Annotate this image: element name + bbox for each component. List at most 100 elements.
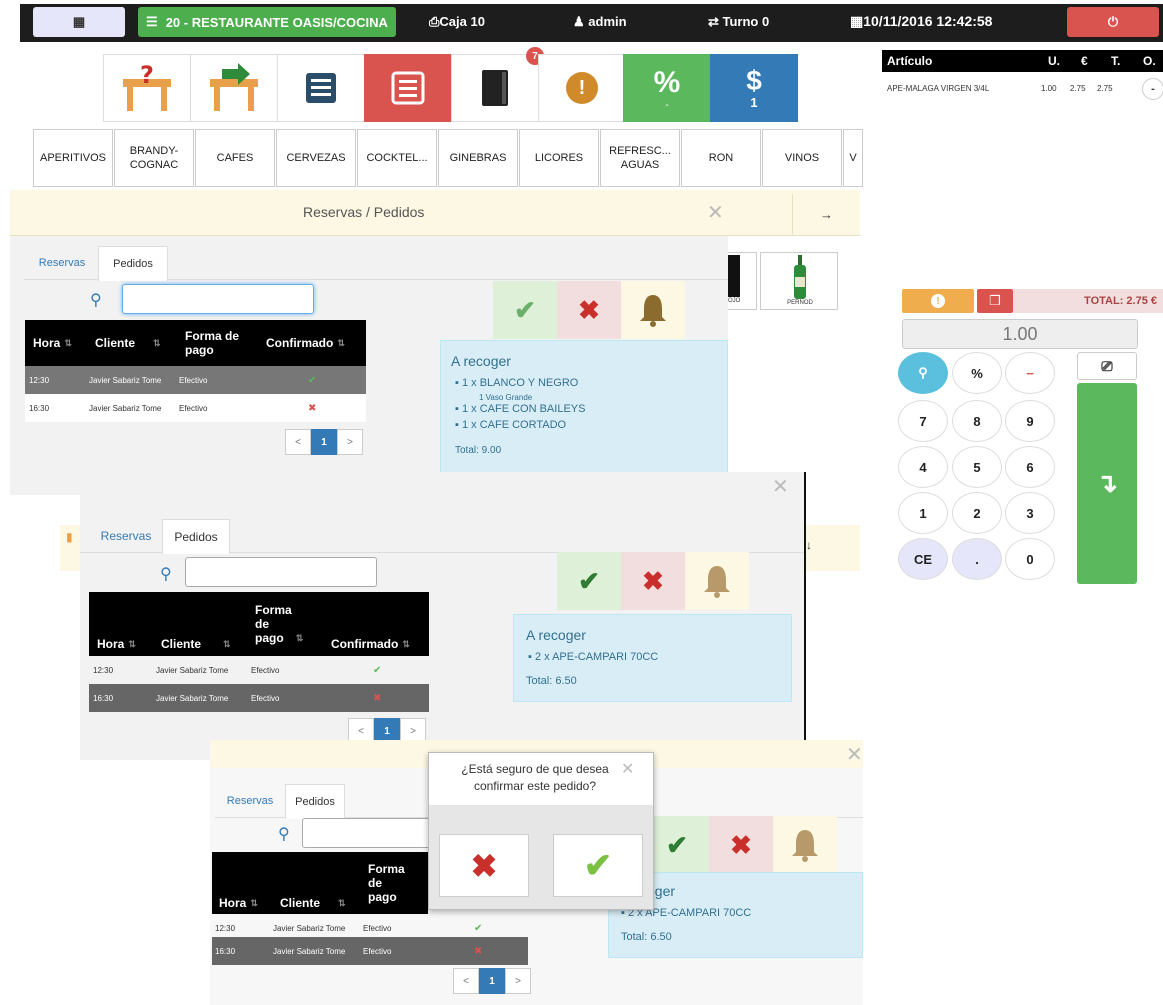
order-total: Total: 9.00	[455, 445, 502, 456]
tab-reservas[interactable]: Reservas	[215, 784, 285, 818]
key-4[interactable]: 4	[898, 446, 948, 488]
percent-key[interactable]: %	[952, 352, 1002, 394]
col-pago: Forma de pago	[368, 862, 405, 904]
accept-button[interactable]: ✔	[645, 816, 709, 874]
page-prev[interactable]: <	[285, 429, 311, 455]
search-key[interactable]: ⚲	[898, 352, 948, 394]
power-button[interactable]: ⏻	[1067, 7, 1159, 37]
page-current[interactable]: 1	[311, 429, 337, 455]
menu-grid-button[interactable]: ▦	[33, 7, 125, 37]
table-button[interactable]: ☰ 20 - RESTAURANTE OASIS/COCINA	[138, 7, 396, 37]
page-prev[interactable]: <	[453, 968, 479, 994]
search-input[interactable]	[122, 284, 314, 314]
table-row[interactable]: 16:30 Javier Sabariz Tome Efectivo ✖	[89, 684, 429, 712]
key-8[interactable]: 8	[952, 400, 1002, 442]
tab-reservas[interactable]: Reservas	[26, 246, 98, 280]
amount-display[interactable]: 1.00	[902, 319, 1138, 349]
orders-table-header: Hora ⇅ Cliente ⇅ Forma de pago	[212, 852, 428, 914]
tab-pedidos[interactable]: Pedidos	[285, 784, 345, 819]
category-vinos[interactable]: VINOS	[762, 129, 842, 187]
key-5[interactable]: 5	[952, 446, 1002, 488]
key-2[interactable]: 2	[952, 492, 1002, 534]
dialog-header: Reservas / Pedidos ✕ →	[10, 190, 860, 236]
notify-button[interactable]	[773, 816, 837, 874]
forward-button[interactable]: →	[792, 194, 860, 234]
accept-button[interactable]: ✔	[557, 552, 621, 610]
category-aperitivos[interactable]: APERITIVOS	[33, 129, 113, 187]
reject-button[interactable]: ✖	[557, 281, 621, 339]
close-icon[interactable]: ✕	[772, 474, 789, 499]
accept-button[interactable]: ✔	[493, 281, 557, 339]
notify-button[interactable]	[621, 281, 685, 339]
grid-icon: ▦	[72, 14, 86, 29]
key-9[interactable]: 9	[1005, 400, 1055, 442]
minus-key[interactable]: −	[1005, 352, 1055, 394]
book-button[interactable]: 7	[451, 47, 544, 122]
drawer-button[interactable]: ⎚	[1077, 352, 1137, 380]
product-tile-left[interactable]: OJO	[725, 252, 757, 310]
page-next[interactable]: >	[505, 968, 531, 994]
category-cervezas[interactable]: CERVEZAS	[276, 129, 356, 187]
close-icon[interactable]: ✕	[707, 200, 724, 225]
key-6[interactable]: 6	[1005, 446, 1055, 488]
decimal-key[interactable]: .	[952, 538, 1002, 580]
ticket-row[interactable]: APE-MALAGA VIRGEN 3/4L 1.00 2.75 2.75 -	[882, 78, 1163, 100]
pay-count: 1	[750, 94, 758, 110]
category-licores[interactable]: LICORES	[519, 129, 599, 187]
close-icon[interactable]: ✕	[846, 742, 863, 767]
category-cocktel[interactable]: COCKTEL...	[357, 129, 437, 187]
alert-button[interactable]: !	[538, 54, 626, 122]
table-row[interactable]: 12:30 Javier Sabariz Tome Efectivo ✔	[25, 366, 366, 394]
tab-pedidos[interactable]: Pedidos	[162, 519, 230, 554]
search-input[interactable]	[302, 818, 432, 848]
category-ron[interactable]: RON	[681, 129, 761, 187]
cell-cliente: Javier Sabariz Tome	[89, 375, 162, 385]
discount-button[interactable]: % -	[623, 54, 711, 122]
cell-pago: Efectivo	[251, 665, 280, 675]
key-3[interactable]: 3	[1005, 492, 1055, 534]
category-more[interactable]: V	[843, 129, 863, 187]
confirm-yes-button[interactable]: ✔	[553, 834, 643, 897]
key-0[interactable]: 0	[1005, 538, 1055, 580]
order-summary: A recoger ▪ 1 x BLANCO Y NEGRO 1 Vaso Gr…	[440, 340, 728, 474]
pay-button[interactable]: $ 1	[710, 54, 798, 122]
cell-pago: Efectivo	[251, 693, 280, 703]
remove-item-button[interactable]: -	[1142, 78, 1163, 100]
key-1[interactable]: 1	[898, 492, 948, 534]
order-item: ▪ 1 x BLANCO Y NEGRO	[455, 377, 579, 389]
close-icon[interactable]: ✕	[621, 759, 634, 779]
bell-icon	[792, 830, 818, 862]
category-ginebras[interactable]: GINEBRAS	[438, 129, 518, 187]
category-brandy[interactable]: BRANDY- COGNAC	[114, 129, 194, 187]
table-row[interactable]: 12:30 Javier Sabariz Tome Efectivo ✔	[89, 656, 429, 684]
search-input[interactable]	[185, 557, 377, 587]
confirm-no-button[interactable]: ✖	[439, 834, 529, 897]
turno-label: ⇄ Turno 0	[708, 14, 770, 29]
clear-key[interactable]: CE	[898, 538, 948, 580]
move-table-button[interactable]	[190, 54, 278, 122]
check-icon: ✔	[583, 846, 613, 885]
category-cafes[interactable]: CAFES	[195, 129, 275, 187]
tab-reservas[interactable]: Reservas	[90, 519, 162, 553]
check-icon: ✔	[373, 664, 382, 676]
key-7[interactable]: 7	[898, 400, 948, 442]
power-icon: ⏻	[1107, 14, 1119, 29]
page-current[interactable]: 1	[479, 968, 505, 994]
tab-pedidos[interactable]: Pedidos	[98, 246, 168, 281]
enter-button[interactable]: ↴	[1077, 383, 1137, 584]
notify-button[interactable]	[685, 552, 749, 610]
col-total: T.	[1111, 54, 1121, 68]
unknown-table-button[interactable]: ?	[103, 54, 191, 122]
category-refrescos[interactable]: REFRESC... AGUAS	[600, 129, 680, 187]
invoice-button[interactable]	[364, 54, 452, 122]
warning-button[interactable]: !	[902, 289, 974, 313]
table-row[interactable]: 16:30 Javier Sabariz Tome Efectivo ✖	[212, 937, 528, 965]
reject-button[interactable]: ✖	[621, 552, 685, 610]
product-tile-pernod[interactable]: PERNOD	[760, 252, 838, 310]
page-next[interactable]: >	[337, 429, 363, 455]
reject-button[interactable]: ✖	[709, 816, 773, 874]
ticket-list-button[interactable]	[277, 54, 365, 122]
table-row[interactable]: 16:30 Javier Sabariz Tome Efectivo ✖	[25, 394, 366, 422]
gift-button[interactable]: ❒	[977, 289, 1013, 313]
user-label: ♟ admin	[573, 14, 627, 29]
